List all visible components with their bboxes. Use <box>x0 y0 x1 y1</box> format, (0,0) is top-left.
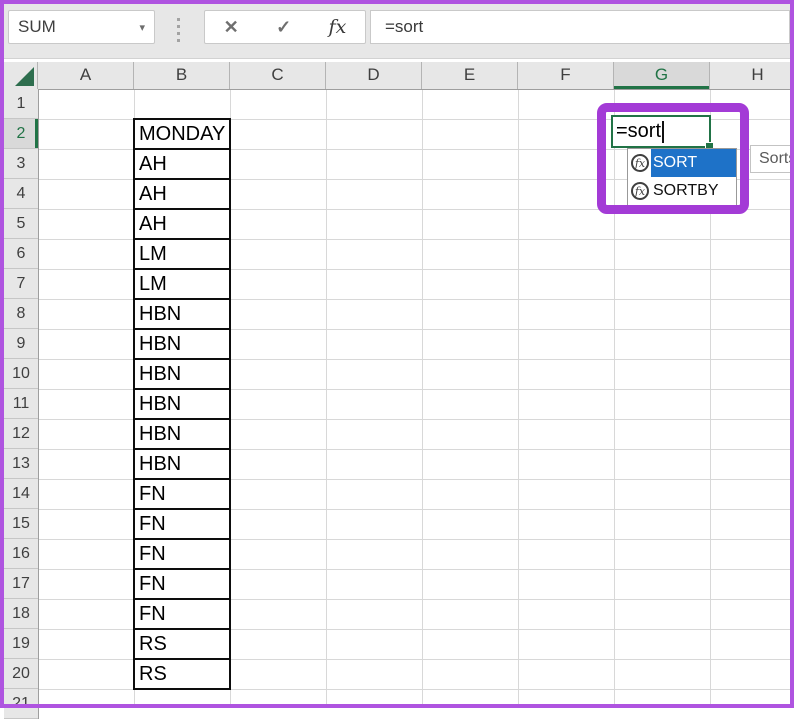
row-header-18[interactable]: 18 <box>4 599 38 629</box>
drag-handle-dots-icon <box>177 18 180 42</box>
autocomplete-item-sortby[interactable]: fxSORTBY <box>628 177 736 205</box>
row-header-4[interactable]: 4 <box>4 179 38 209</box>
row-header-5[interactable]: 5 <box>4 209 38 239</box>
active-cell-text: =sort <box>616 120 661 143</box>
row-header-13[interactable]: 13 <box>4 449 38 479</box>
cell-b5[interactable]: AH <box>133 208 231 240</box>
column-header-g[interactable]: G <box>614 62 710 89</box>
cell-b15[interactable]: FN <box>133 508 231 540</box>
enter-icon[interactable]: ✓ <box>276 17 291 38</box>
column-header-f[interactable]: F <box>518 62 614 89</box>
autocomplete-item-sort[interactable]: fxSORT <box>628 149 736 177</box>
row-header-10[interactable]: 10 <box>4 359 38 389</box>
column-header-b[interactable]: B <box>134 62 230 89</box>
column-header-h[interactable]: H <box>710 62 790 89</box>
name-box-value: SUM <box>18 17 56 37</box>
function-tooltip-text: Sorts <box>759 150 794 168</box>
column-header-e[interactable]: E <box>422 62 518 89</box>
cell-b19[interactable]: RS <box>133 628 231 660</box>
cell-b13[interactable]: HBN <box>133 448 231 480</box>
cell-b4[interactable]: AH <box>133 178 231 210</box>
active-cell-g2[interactable]: =sort <box>611 115 711 148</box>
row-header-21[interactable]: 21 <box>4 689 38 719</box>
row-header-17[interactable]: 17 <box>4 569 38 599</box>
function-tooltip: Sorts <box>750 145 794 173</box>
formula-buttons-group: ✕ ✓ fx <box>204 10 366 44</box>
row-headers-column: 123456789101112131415161718192021 <box>4 89 39 719</box>
cell-b16[interactable]: FN <box>133 538 231 570</box>
column-header-c[interactable]: C <box>230 62 326 89</box>
cell-b2[interactable]: MONDAY <box>133 118 231 150</box>
row-header-3[interactable]: 3 <box>4 149 38 179</box>
column-header-d[interactable]: D <box>326 62 422 89</box>
formula-autocomplete-dropdown: fxSORTfxSORTBY <box>627 148 737 206</box>
select-all-triangle-icon <box>15 67 34 86</box>
name-box[interactable]: SUM ▾ <box>8 10 155 44</box>
cell-b8[interactable]: HBN <box>133 298 231 330</box>
cell-b17[interactable]: FN <box>133 568 231 600</box>
row-header-19[interactable]: 19 <box>4 629 38 659</box>
formula-bar-strip: SUM ▾ ✕ ✓ fx =sort <box>4 4 790 59</box>
select-all-button[interactable] <box>4 62 38 89</box>
row-header-8[interactable]: 8 <box>4 299 38 329</box>
column-letters: ABCDEFGH <box>38 62 790 89</box>
cell-b3[interactable]: AH <box>133 148 231 180</box>
cell-b7[interactable]: LM <box>133 268 231 300</box>
cell-b14[interactable]: FN <box>133 478 231 510</box>
cell-b20[interactable]: RS <box>133 658 231 690</box>
row-header-1[interactable]: 1 <box>4 89 38 119</box>
cancel-icon[interactable]: ✕ <box>224 17 239 38</box>
row-header-14[interactable]: 14 <box>4 479 38 509</box>
row-header-11[interactable]: 11 <box>4 389 38 419</box>
row-header-7[interactable]: 7 <box>4 269 38 299</box>
text-cursor <box>662 121 664 143</box>
chevron-down-icon[interactable]: ▾ <box>139 21 145 34</box>
cell-b10[interactable]: HBN <box>133 358 231 390</box>
formula-bar-input[interactable]: =sort <box>370 10 790 44</box>
formula-text: =sort <box>385 17 423 37</box>
fx-icon: fx <box>631 182 649 200</box>
row-header-12[interactable]: 12 <box>4 419 38 449</box>
cell-b18[interactable]: FN <box>133 598 231 630</box>
column-header-a[interactable]: A <box>38 62 134 89</box>
row-header-16[interactable]: 16 <box>4 539 38 569</box>
autocomplete-item-label: SORT <box>651 149 736 177</box>
row-header-6[interactable]: 6 <box>4 239 38 269</box>
row-header-20[interactable]: 20 <box>4 659 38 689</box>
cell-b9[interactable]: HBN <box>133 328 231 360</box>
row-header-15[interactable]: 15 <box>4 509 38 539</box>
column-headers-row: ABCDEFGH <box>4 62 790 90</box>
row-header-2[interactable]: 2 <box>4 119 38 149</box>
row-header-9[interactable]: 9 <box>4 329 38 359</box>
cell-b6[interactable]: LM <box>133 238 231 270</box>
insert-function-icon[interactable]: fx <box>329 16 347 38</box>
cell-b11[interactable]: HBN <box>133 388 231 420</box>
autocomplete-item-label: SORTBY <box>651 177 736 205</box>
cell-b12[interactable]: HBN <box>133 418 231 450</box>
fx-icon: fx <box>631 154 649 172</box>
